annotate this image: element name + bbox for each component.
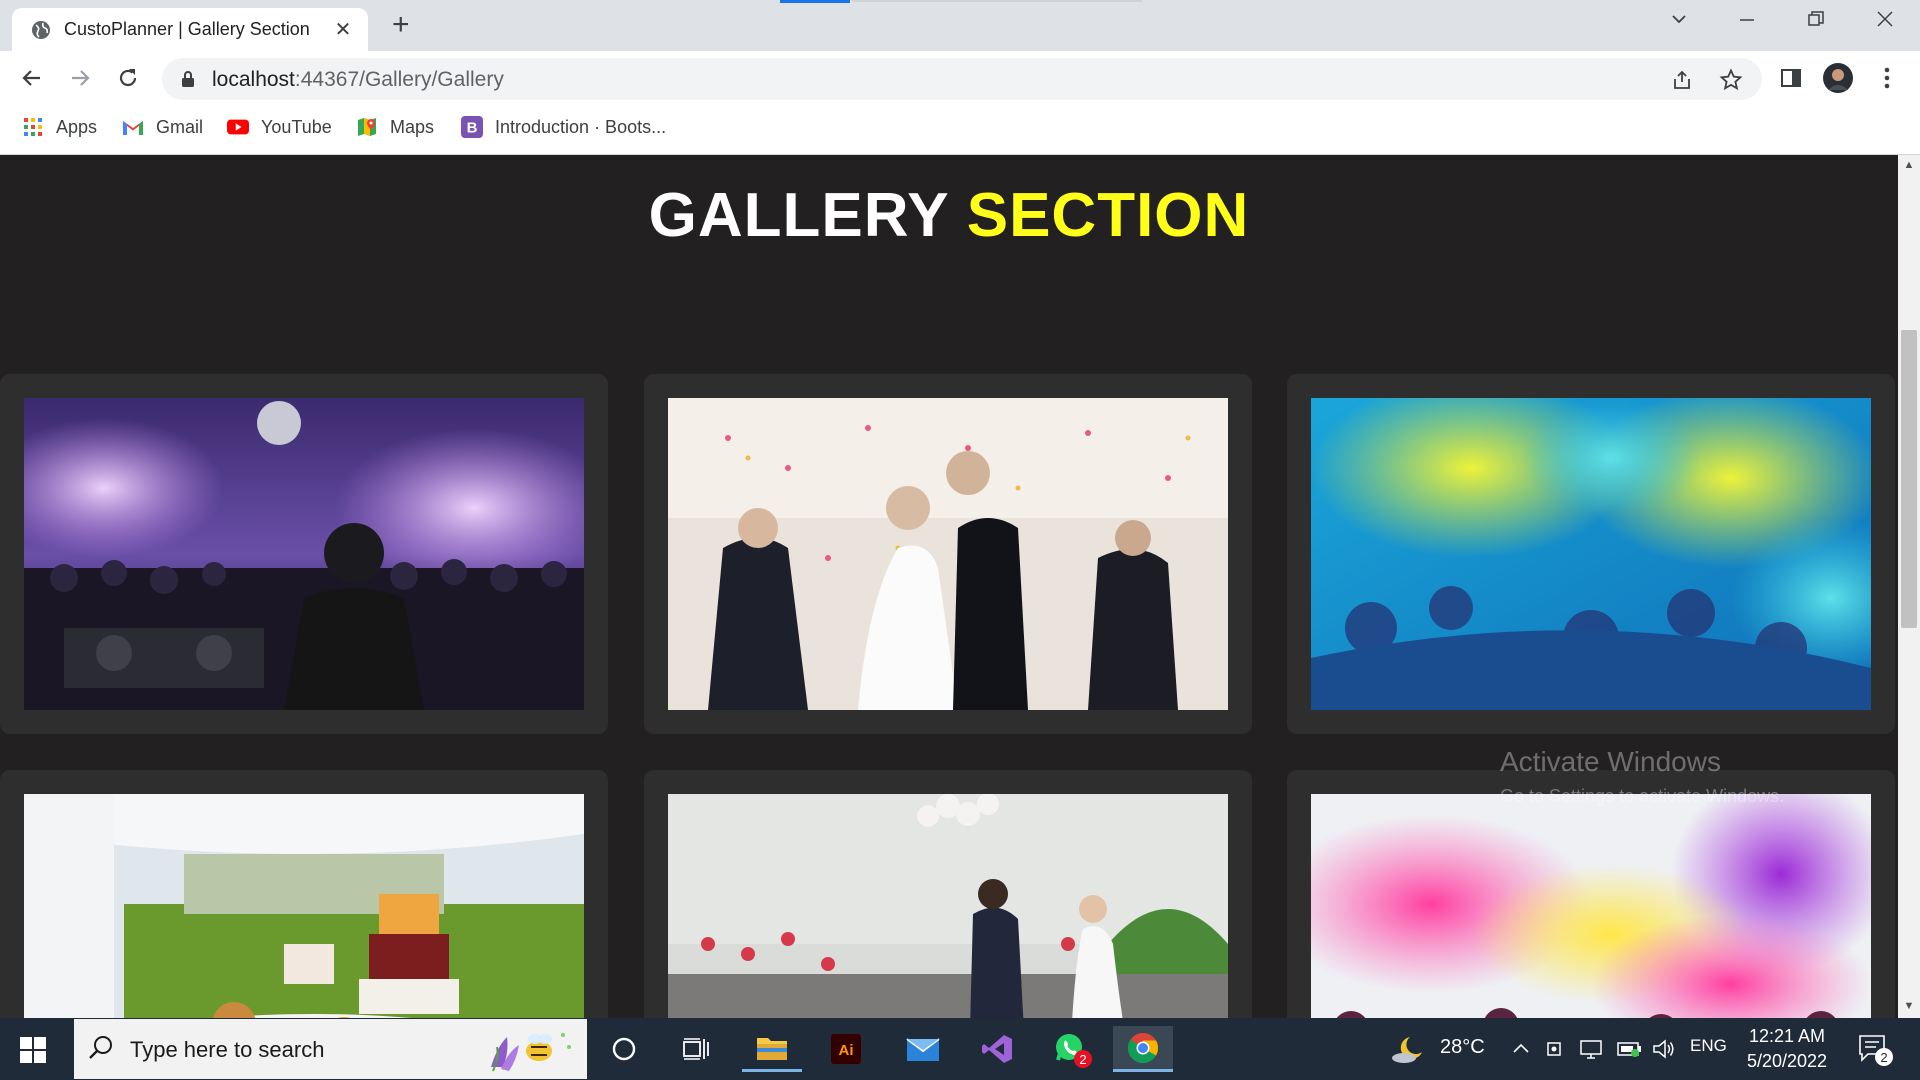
search-placeholder: Type here to search: [130, 1037, 325, 1062]
scroll-up-arrow-icon[interactable]: ▲: [1902, 159, 1916, 173]
arrow-left-icon: [22, 70, 40, 86]
bookmark-apps[interactable]: Apps: [22, 116, 97, 138]
scroll-thumb[interactable]: [1901, 330, 1917, 628]
gallery-card: [644, 374, 1252, 734]
bookmark-gmail[interactable]: Gmail: [122, 116, 203, 138]
bootstrap-icon: B: [461, 116, 483, 138]
address-bar[interactable]: localhost:44367/Gallery/Gallery: [162, 58, 1762, 100]
gallery-card: [0, 770, 608, 1018]
clock-time: 12:21 AM: [1748, 1026, 1826, 1046]
tab-search-chevron-icon[interactable]: [1664, 8, 1694, 34]
notification-count: 2: [1880, 1050, 1887, 1065]
bookmark-label: YouTube: [261, 116, 332, 137]
gallery-card: [1287, 374, 1895, 734]
adobe-illustrator-icon[interactable]: Ai: [816, 1026, 876, 1072]
visual-studio-icon[interactable]: [967, 1026, 1027, 1072]
windows-start-icon[interactable]: [20, 1037, 46, 1063]
taskbar-search-box[interactable]: Type here to search: [74, 1019, 587, 1079]
gallery-image-wedding-confetti[interactable]: [668, 398, 1228, 710]
tab-strip: CustoPlanner | Gallery Section ✕ +: [0, 0, 1920, 51]
profile-avatar[interactable]: [1823, 63, 1853, 93]
side-panel-icon[interactable]: [1776, 63, 1806, 93]
watermark-subtitle: Go to Settings to activate Windows.: [1500, 786, 1785, 806]
close-window-button[interactable]: [1870, 8, 1900, 34]
new-tab-button[interactable]: +: [392, 10, 410, 40]
loading-indicator: [780, 0, 850, 3]
tab-title: CustoPlanner | Gallery Section: [64, 19, 310, 39]
bookmark-youtube[interactable]: YouTube: [227, 116, 332, 138]
bookmark-star-icon[interactable]: [1718, 67, 1744, 93]
gallery-image-balloon-wedding[interactable]: [668, 794, 1228, 1018]
bookmark-label: Apps: [56, 116, 98, 137]
task-view-icon[interactable]: [666, 1026, 726, 1072]
gallery-card: [644, 770, 1252, 1018]
bookmark-label: Gmail: [156, 116, 204, 137]
clock[interactable]: 12:21 AM 5/20/2022: [1722, 1024, 1852, 1074]
svg-text:Ai: Ai: [839, 1042, 854, 1059]
weather-moon-icon[interactable]: [1392, 1034, 1426, 1064]
browser-toolbar: localhost:44367/Gallery/Gallery: [0, 51, 1920, 106]
restore-button[interactable]: [1801, 8, 1831, 34]
browser-tab[interactable]: CustoPlanner | Gallery Section ✕: [12, 8, 368, 51]
page-scrollbar[interactable]: ▲ ▼: [1898, 155, 1920, 1018]
activation-watermark: Activate Windows Go to Settings to activ…: [1500, 745, 1784, 813]
globe-icon: [32, 20, 50, 39]
loading-track: [852, 0, 1142, 2]
watermark-title: Activate Windows: [1500, 746, 1721, 777]
bookmark-label: Maps: [390, 116, 435, 137]
meeting-icon[interactable]: [1545, 1038, 1565, 1060]
search-highlight-illustration-icon: [491, 1033, 571, 1072]
maps-icon: [356, 116, 378, 138]
battery-icon[interactable]: [1617, 1040, 1643, 1058]
page-title: GALLERY SECTION: [0, 180, 1898, 251]
reload-icon: [119, 69, 137, 87]
chevron-up-icon[interactable]: [1512, 1042, 1530, 1054]
cortana-icon[interactable]: [594, 1026, 654, 1072]
close-tab-icon[interactable]: ✕: [332, 17, 354, 42]
lock-icon[interactable]: [180, 70, 196, 88]
bookmarks-bar: Apps Gmail YouTube Maps B Introduction ·…: [0, 106, 1920, 155]
back-button[interactable]: [17, 63, 47, 93]
share-icon[interactable]: [1669, 67, 1695, 93]
youtube-icon: [227, 116, 249, 138]
file-explorer-icon[interactable]: [742, 1026, 802, 1072]
whatsapp-badge: 2: [1079, 1052, 1086, 1067]
arrow-right-icon: [72, 70, 90, 86]
bookmark-bootstrap[interactable]: B Introduction · Boots...: [461, 116, 666, 138]
gmail-icon: [122, 116, 144, 138]
mail-icon[interactable]: [893, 1026, 953, 1072]
notification-center-icon[interactable]: 2: [1858, 1033, 1894, 1067]
url-host: localhost: [212, 68, 295, 91]
title-main: GALLERY: [648, 181, 949, 250]
url-text[interactable]: localhost:44367/Gallery/Gallery: [212, 68, 504, 92]
forward-button[interactable]: [65, 63, 95, 93]
network-icon[interactable]: [1578, 1038, 1604, 1060]
bookmark-maps[interactable]: Maps: [356, 116, 434, 138]
gallery-image-dessert-table[interactable]: [24, 794, 584, 1018]
windows-taskbar: Type here to search Ai 2 28°C ENG 12:21 …: [0, 1018, 1920, 1080]
clock-date: 5/20/2022: [1746, 1051, 1828, 1071]
gallery-image-holi-festival[interactable]: [1311, 398, 1871, 710]
chrome-icon[interactable]: [1113, 1026, 1173, 1072]
url-path: :44367/Gallery/Gallery: [294, 68, 504, 91]
scroll-down-arrow-icon[interactable]: ▼: [1902, 1000, 1916, 1014]
svg-text:B: B: [467, 120, 478, 137]
temperature[interactable]: 28°C: [1440, 1036, 1485, 1059]
kebab-menu-icon[interactable]: [1872, 63, 1902, 93]
search-icon: [89, 1036, 112, 1059]
reload-button[interactable]: [113, 63, 143, 93]
gallery-card: [0, 374, 608, 734]
apps-grid-icon: [22, 116, 44, 138]
gallery-image-color-festival[interactable]: [1311, 794, 1871, 1018]
whatsapp-icon[interactable]: 2: [1042, 1026, 1102, 1072]
gallery-image-dj-party[interactable]: [24, 398, 584, 710]
volume-icon[interactable]: [1652, 1038, 1676, 1060]
gallery-page: GALLERY SECTION: [0, 155, 1898, 1018]
minimize-button[interactable]: [1732, 8, 1762, 34]
bookmark-label: Introduction · Boots...: [495, 116, 667, 137]
title-accent: SECTION: [966, 181, 1250, 250]
